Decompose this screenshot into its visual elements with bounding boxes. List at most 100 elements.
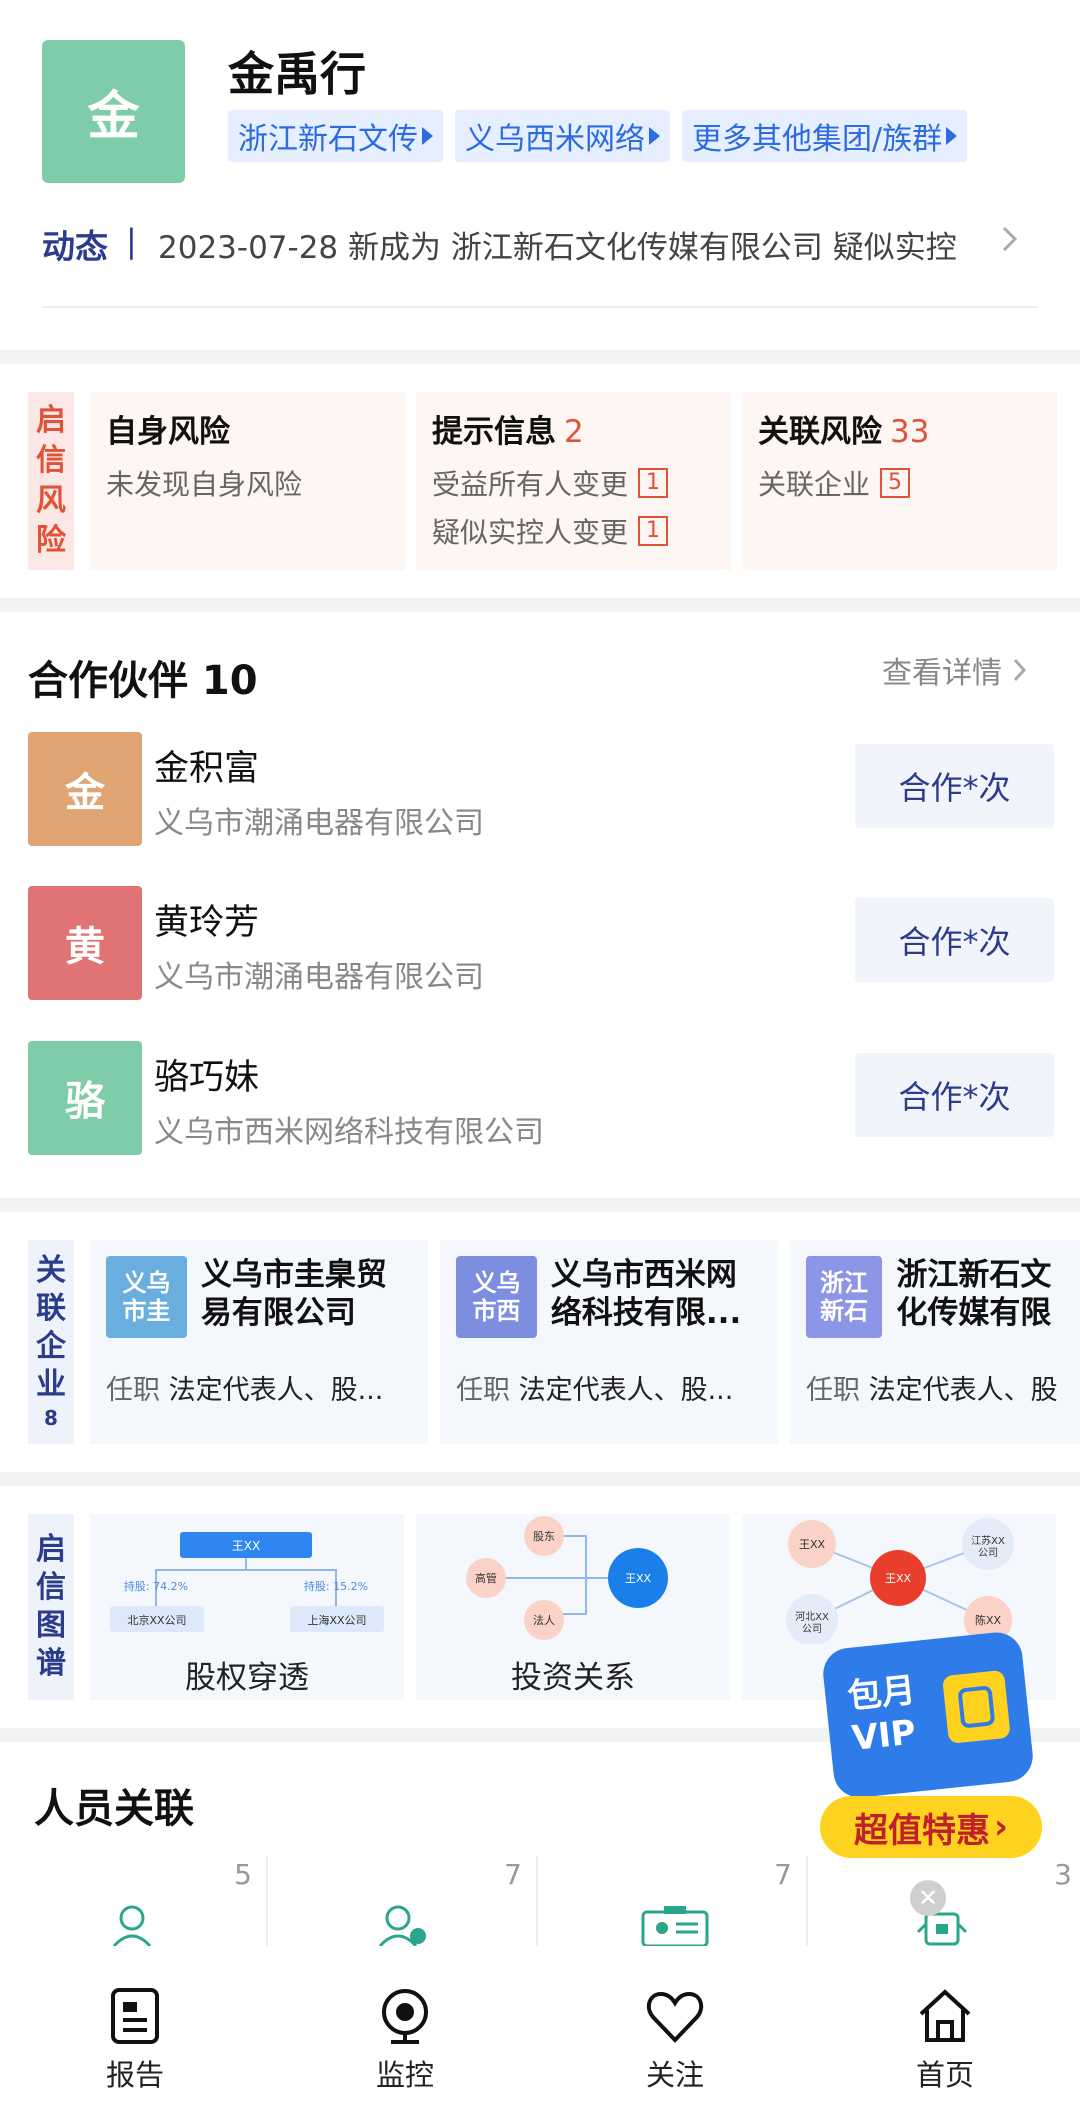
- dynamic-label: 动态: [42, 227, 108, 266]
- side-char: 业: [36, 1367, 66, 1402]
- dynamic-text[interactable]: 2023-07-28 新成为 浙江新石文化传媒有限公司 疑似实控: [158, 222, 957, 267]
- section-gap: [0, 1198, 1080, 1212]
- related-risk-count: 33: [890, 414, 930, 450]
- close-icon[interactable]: ✕: [910, 1880, 946, 1916]
- nav-label: 报告: [105, 2058, 164, 2092]
- vip-promo-badge[interactable]: 包月 VIP 超值特惠 ›: [820, 1629, 1042, 1860]
- cooperation-button[interactable]: 合作*次: [855, 744, 1054, 828]
- person-check-icon: [378, 1905, 426, 1946]
- bottom-navigation: 报告 监控 关注 首页: [0, 1946, 1080, 2122]
- role-text: 法定代表人、股...: [518, 1375, 734, 1406]
- section-gap: [0, 1472, 1080, 1486]
- hint-item-label: 受益所有人变更: [432, 468, 629, 501]
- risk-side-char: 风: [36, 483, 66, 518]
- thumb-text: 王XX: [799, 1538, 826, 1551]
- company-logo: 义乌 市西: [456, 1256, 537, 1338]
- side-char: 启: [36, 1532, 66, 1567]
- people-count: 7: [504, 1858, 522, 1891]
- people-relation-cell[interactable]: 7: [540, 1856, 808, 1946]
- divider: [42, 306, 1038, 308]
- investment-relation-card[interactable]: 股东 高管 法人 王XX 投资关系: [416, 1514, 730, 1700]
- hint-item[interactable]: 受益所有人变更 1: [432, 463, 715, 503]
- partner-name[interactable]: 骆巧妹: [154, 1049, 259, 1100]
- company-role: 任职 法定代表人、股: [806, 1368, 1064, 1407]
- nav-label: 首页: [915, 2058, 974, 2092]
- related-companies-count: 8: [44, 1406, 58, 1430]
- people-count: 5: [234, 1858, 252, 1891]
- triangle-right-icon: [649, 127, 660, 145]
- company-name: 浙江新石文化传媒有限公: [896, 1257, 1052, 1331]
- partner-avatar: 骆: [28, 1041, 142, 1155]
- partner-avatar: 金: [28, 732, 142, 846]
- people-relation-cell[interactable]: 5: [0, 1856, 268, 1946]
- thumb-text: 持股: 15.2%: [304, 1579, 368, 1593]
- cooperation-button[interactable]: 合作*次: [855, 1053, 1054, 1137]
- related-risk-item-label: 关联企业: [758, 468, 871, 501]
- group-tag[interactable]: 义乌西米网络: [455, 110, 670, 162]
- partner-company[interactable]: 义乌市潮涌电器有限公司: [154, 952, 484, 996]
- related-company-card[interactable]: 浙江 新石 浙江新石文化传媒有限公 任职 法定代表人、股: [790, 1240, 1080, 1444]
- company-logo: 浙江 新石: [806, 1256, 883, 1338]
- role-text: 法定代表人、股: [868, 1375, 1058, 1406]
- vip-banner-text: 超值特惠: [853, 1810, 990, 1851]
- risk-side-char: 启: [36, 403, 66, 438]
- company-role: 任职 法定代表人、股...: [456, 1368, 762, 1407]
- coupon-icon: [942, 1669, 1011, 1744]
- people-relation-cell[interactable]: 3 ✕: [810, 1856, 1078, 1946]
- partner-name[interactable]: 黄玲芳: [154, 894, 259, 945]
- thumb-text: 持股: 74.2%: [124, 1579, 188, 1593]
- related-risk-card[interactable]: 关联风险 33 关联企业 5: [742, 392, 1057, 570]
- chevron-right-icon: ›: [993, 1807, 1008, 1847]
- group-tag-label: 更多其他集团/族群: [692, 122, 943, 157]
- partners-more-link[interactable]: 查看详情: [882, 648, 1028, 692]
- section-gap: [0, 598, 1080, 612]
- self-risk-title: 自身风险: [106, 414, 230, 450]
- side-char: 图: [36, 1608, 66, 1643]
- risk-side-label: 启 信 风 险: [28, 392, 74, 570]
- partner-company[interactable]: 义乌市潮涌电器有限公司: [154, 798, 484, 842]
- partner-name[interactable]: 金积富: [154, 740, 259, 791]
- chevron-right-icon[interactable]: [1000, 224, 1020, 262]
- related-company-card[interactable]: 义乌 市圭 义乌市圭臬贸易有限公司 任职 法定代表人、股...: [90, 1240, 428, 1444]
- role-prefix: 任职: [106, 1375, 160, 1406]
- partners-more-label: 查看详情: [882, 656, 1002, 691]
- thumb-text: 法人: [533, 1613, 555, 1627]
- hint-item[interactable]: 疑似实控人变更 1: [432, 511, 715, 551]
- nav-report[interactable]: 报告: [0, 1946, 270, 2122]
- people-relation-title: 人员关联: [34, 1786, 194, 1832]
- related-risk-item[interactable]: 关联企业 5: [758, 463, 1041, 503]
- hint-item-label: 疑似实控人变更: [432, 516, 629, 549]
- hint-info-card[interactable]: 提示信息 2 受益所有人变更 1 疑似实控人变更 1: [416, 392, 731, 570]
- related-companies-side-label: 关 联 企 业 8: [28, 1240, 74, 1444]
- nav-home[interactable]: 首页: [810, 1946, 1080, 2122]
- equity-penetration-card[interactable]: 王XX 持股: 74.2% 持股: 15.2% 北京XX公司 上海XX公司 股权…: [90, 1514, 404, 1700]
- related-risk-title: 关联风险 33: [758, 406, 1041, 451]
- thumb-text: 北京XX公司: [127, 1613, 186, 1627]
- nav-follow[interactable]: 关注: [540, 1946, 810, 2122]
- vip-card: 包月 VIP: [820, 1629, 1036, 1801]
- vip-promo-banner[interactable]: 超值特惠 ›: [820, 1796, 1042, 1858]
- risk-side-char: 信: [36, 443, 66, 478]
- group-tag-label: 浙江新石文传: [238, 122, 418, 157]
- partner-company[interactable]: 义乌市西米网络科技有限公司: [154, 1107, 544, 1151]
- nav-monitor[interactable]: 监控: [270, 1946, 540, 2122]
- group-tag[interactable]: 更多其他集团/族群: [682, 110, 968, 162]
- home-icon: [919, 1989, 971, 2042]
- graph-label: 股权穿透: [185, 1660, 309, 1696]
- thumb-text: 上海XX公司: [307, 1613, 366, 1627]
- side-char: 谱: [36, 1646, 66, 1681]
- self-risk-desc-text: 未发现自身风险: [106, 468, 303, 501]
- cooperation-button[interactable]: 合作*次: [855, 898, 1054, 982]
- heart-icon: [646, 1991, 704, 2043]
- relation-graph-thumbnail: 王XX 江苏XX 公司 河北XX 公司 陈XX 王XX: [786, 1518, 1014, 1646]
- related-company-card[interactable]: 义乌 市西 义乌市西米网络科技有限... 任职 法定代表人、股...: [440, 1240, 778, 1444]
- partner-avatar: 黄: [28, 886, 142, 1000]
- people-relation-cell[interactable]: 7: [270, 1856, 538, 1946]
- group-tag[interactable]: 浙江新石文传: [228, 110, 443, 162]
- company-name: 义乌市圭臬贸易有限公司: [200, 1257, 387, 1331]
- group-tag-label: 义乌西米网络: [465, 122, 645, 157]
- self-risk-card[interactable]: 自身风险 未发现自身风险: [90, 392, 405, 570]
- role-prefix: 任职: [456, 1375, 510, 1406]
- triangle-right-icon: [422, 127, 433, 145]
- role-prefix: 任职: [806, 1375, 860, 1406]
